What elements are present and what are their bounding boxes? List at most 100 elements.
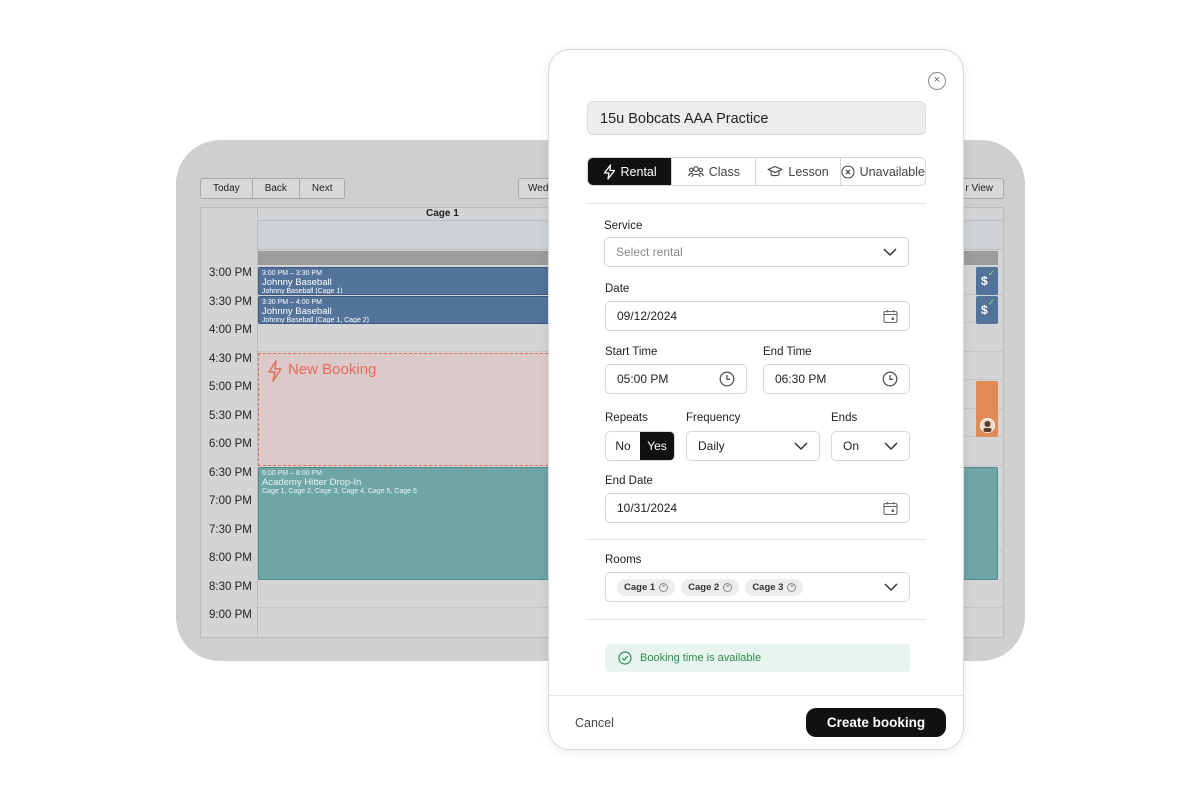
time-label: 6:30 PM — [209, 467, 252, 479]
close-icon[interactable]: × — [928, 72, 946, 90]
cancel-button[interactable]: Cancel — [575, 716, 614, 730]
repeats-yes-button[interactable]: Yes — [640, 432, 674, 460]
event-right-orange[interactable] — [976, 381, 998, 437]
ends-select[interactable]: On — [831, 431, 910, 461]
ends-value: On — [843, 439, 860, 453]
chip-label: Cage 1 — [624, 581, 656, 593]
tab-class[interactable]: Class — [672, 158, 757, 185]
time-label: 5:00 PM — [209, 381, 252, 393]
availability-text: Booking time is available — [640, 652, 762, 664]
tab-label: Unavailable — [859, 164, 925, 179]
time-label: 8:00 PM — [209, 552, 252, 564]
time-gutter: 3:00 PM 3:30 PM 4:00 PM 4:30 PM 5:00 PM … — [201, 208, 258, 637]
event-time: 3:00 PM – 3:30 PM — [262, 270, 322, 277]
event-time: 3:30 PM – 4:00 PM — [262, 299, 322, 306]
resource-name: Cage 1 — [426, 208, 459, 219]
booking-modal: × 15u Bobcats AAA Practice Rental Class … — [548, 49, 964, 750]
service-label: Service — [604, 220, 643, 232]
avatar — [980, 418, 995, 433]
dollar-icon: $ — [981, 303, 988, 317]
chevron-down-icon — [884, 583, 898, 592]
graduation-cap-icon — [767, 165, 783, 177]
event-name: Johnny Baseball — [262, 277, 332, 288]
room-chip[interactable]: Cage 3 × — [745, 578, 804, 596]
repeats-toggle: No Yes — [605, 431, 675, 461]
chevron-down-icon — [884, 442, 898, 451]
check-icon: ✓ — [988, 298, 995, 307]
time-label: 8:30 PM — [209, 581, 252, 593]
remove-chip-icon[interactable]: × — [659, 582, 669, 592]
chevron-down-icon — [794, 442, 808, 451]
event-name: Johnny Baseball — [262, 306, 332, 317]
repeats-label: Repeats — [605, 412, 648, 424]
service-select[interactable]: Select rental — [604, 237, 909, 267]
start-time-value: 05:00 PM — [617, 372, 669, 386]
booking-title-input[interactable]: 15u Bobcats AAA Practice — [587, 101, 926, 135]
check-circle-icon — [618, 651, 632, 665]
tab-lesson[interactable]: Lesson — [756, 158, 841, 185]
room-chip[interactable]: Cage 2 × — [681, 578, 740, 596]
frequency-value: Daily — [698, 439, 725, 453]
x-circle-icon — [841, 164, 855, 179]
tab-label: Rental — [620, 164, 657, 179]
tab-label: Lesson — [788, 164, 829, 179]
event-right-2[interactable]: $ ✓ — [976, 296, 998, 324]
bolt-icon — [603, 163, 615, 180]
rooms-label: Rooms — [605, 554, 642, 566]
new-booking-slot[interactable]: New Booking — [258, 353, 558, 466]
end-time-input[interactable]: 06:30 PM — [763, 364, 910, 394]
time-label: 4:00 PM — [209, 324, 252, 336]
chevron-down-icon — [883, 248, 897, 257]
frequency-select[interactable]: Daily — [686, 431, 820, 461]
stage: Today Back Next Wed r View 3:00 PM 3:30 … — [0, 0, 1200, 800]
event-sub: Johnny Baseball (Cage 1) — [262, 288, 343, 295]
end-time-value: 06:30 PM — [775, 372, 827, 386]
availability-banner: Booking time is available — [605, 644, 910, 672]
end-date-value: 10/31/2024 — [617, 501, 678, 515]
view-button[interactable]: r View — [962, 178, 1004, 199]
check-icon: ✓ — [988, 269, 995, 278]
tab-unavailable[interactable]: Unavailable — [840, 158, 925, 185]
frequency-label: Frequency — [686, 412, 741, 424]
rooms-select[interactable]: Cage 1 × Cage 2 × Cage 3 × — [605, 572, 910, 602]
footer-divider — [549, 695, 963, 696]
tab-rental[interactable]: Rental — [588, 158, 673, 185]
bolt-icon — [268, 360, 282, 382]
date-input[interactable]: 09/12/2024 — [605, 301, 910, 331]
date-label: Date — [605, 283, 630, 295]
new-booking-label: New Booking — [288, 361, 377, 378]
end-date-input[interactable]: 10/31/2024 — [605, 493, 910, 523]
users-icon — [687, 166, 704, 178]
booking-type-tabs: Rental Class Lesson Unavailable — [587, 157, 926, 186]
time-label: 6:00 PM — [209, 438, 252, 450]
event-right-1[interactable]: $ ✓ — [976, 267, 998, 295]
room-chip[interactable]: Cage 1 × — [617, 578, 676, 596]
calendar-icon — [883, 502, 898, 516]
time-label: 4:30 PM — [209, 353, 252, 365]
time-label: 3:30 PM — [209, 296, 252, 308]
divider — [587, 539, 926, 540]
service-placeholder: Select rental — [616, 245, 683, 259]
date-value: 09/12/2024 — [617, 309, 678, 323]
today-button[interactable]: Today — [200, 178, 253, 199]
event-johnny-2[interactable]: 3:30 PM – 4:00 PM Johnny Baseball Johnny… — [258, 296, 558, 324]
start-time-input[interactable]: 05:00 PM — [605, 364, 747, 394]
calendar-toolbar: Today Back Next — [200, 178, 346, 199]
event-sub: Johnny Baseball (Cage 1, Cage 2) — [262, 317, 370, 324]
end-date-label: End Date — [605, 475, 653, 487]
time-label: 3:00 PM — [209, 267, 252, 279]
back-button[interactable]: Back — [251, 178, 300, 199]
event-johnny-1[interactable]: 3:00 PM – 3:30 PM Johnny Baseball Johnny… — [258, 267, 558, 295]
clock-icon — [882, 371, 898, 387]
start-time-label: Start Time — [605, 346, 658, 358]
remove-chip-icon[interactable]: × — [723, 582, 733, 592]
time-label: 9:00 PM — [209, 609, 252, 621]
repeats-no-button[interactable]: No — [606, 432, 640, 460]
create-booking-button[interactable]: Create booking — [806, 708, 946, 737]
time-label: 7:00 PM — [209, 495, 252, 507]
dollar-icon: $ — [981, 274, 988, 288]
clock-icon — [719, 371, 735, 387]
next-button[interactable]: Next — [298, 178, 346, 199]
time-label: 5:30 PM — [209, 410, 252, 422]
remove-chip-icon[interactable]: × — [787, 582, 797, 592]
